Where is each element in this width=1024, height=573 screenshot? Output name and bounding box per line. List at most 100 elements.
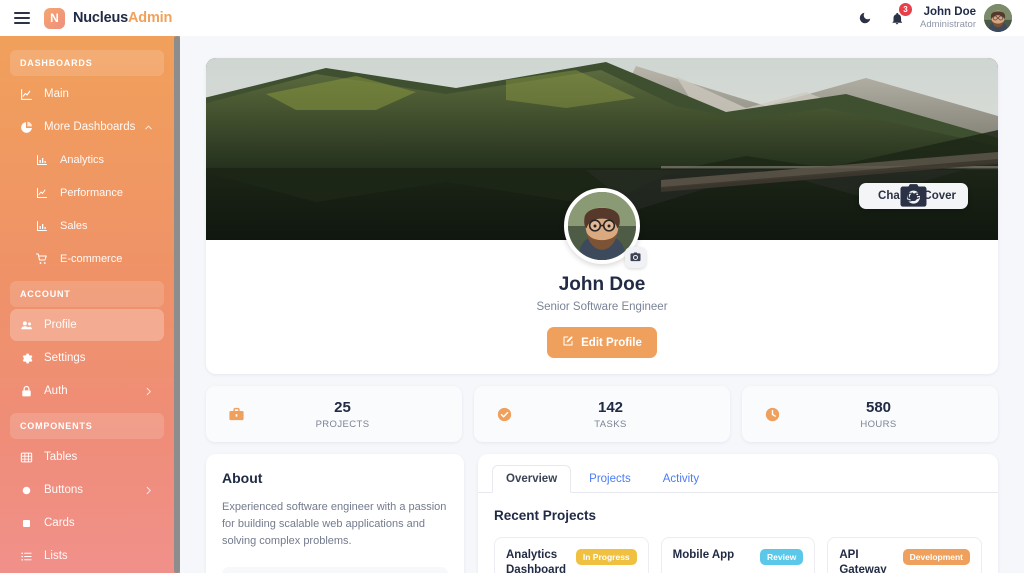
recent-projects-grid: Analytics DashboardIn ProgressReal-time … bbox=[494, 537, 983, 573]
change-cover-button[interactable]: Change Cover bbox=[859, 183, 968, 209]
cart-icon bbox=[36, 253, 56, 265]
bottom-row: About Experienced software engineer with… bbox=[206, 454, 998, 573]
sidebar-item-profile[interactable]: Profile bbox=[10, 309, 164, 341]
sidebar-scrollbar-thumb[interactable] bbox=[174, 36, 180, 573]
sidebar-item-tables[interactable]: Tables bbox=[10, 441, 164, 473]
avatar[interactable] bbox=[984, 4, 1012, 32]
tab-panel-overview: Recent Projects Analytics Dashboard In Pr… bbox=[478, 493, 998, 573]
sidebar-item-label: Tables bbox=[44, 451, 78, 463]
bell-icon[interactable]: 3 bbox=[888, 3, 913, 27]
project-card[interactable]: Analytics DashboardIn ProgressReal-time … bbox=[494, 537, 649, 573]
sidebar-item-analytics[interactable]: Analytics bbox=[10, 144, 164, 176]
sidebar-item-main[interactable]: Main bbox=[10, 78, 164, 110]
user-name: John Doe bbox=[923, 5, 976, 18]
lock-icon bbox=[20, 385, 40, 398]
sidebar-item-sales[interactable]: Sales bbox=[10, 210, 164, 242]
hamburger-icon[interactable] bbox=[14, 12, 30, 24]
check-circle-icon bbox=[496, 406, 513, 423]
profile-avatar-wrap bbox=[564, 188, 646, 268]
sidebar-item-label: Settings bbox=[44, 352, 86, 364]
chevron-right-icon[interactable] bbox=[143, 386, 154, 397]
stat-text: 142 TASKS bbox=[513, 399, 708, 430]
chevron-right-icon[interactable] bbox=[143, 485, 154, 496]
about-text: Experienced software engineer with a pas… bbox=[222, 501, 447, 548]
project-card[interactable]: Mobile AppReviewCross-platform mobile bbox=[660, 537, 816, 573]
tab-overview[interactable]: Overview bbox=[492, 465, 572, 493]
tab-projects[interactable]: Projects bbox=[575, 465, 645, 493]
sidebar-item-buttons[interactable]: Buttons bbox=[10, 474, 164, 506]
bar-chart-icon bbox=[36, 220, 56, 232]
project-name: Mobile App bbox=[672, 549, 735, 561]
main-content: Change Cover John Doe Senior Software En… bbox=[180, 36, 1024, 573]
sidebar-item-e-commerce[interactable]: E-commerce bbox=[10, 243, 164, 275]
user-menu[interactable]: John Doe Administrator bbox=[920, 4, 1012, 32]
user-role: Administrator bbox=[920, 19, 976, 31]
sidebar-item-performance[interactable]: Performance bbox=[10, 177, 164, 209]
pie-chart-icon bbox=[20, 121, 40, 134]
project-header: API Gateway Development bbox=[839, 548, 971, 573]
status-badge: Development bbox=[902, 549, 971, 565]
sidebar-scrollbar[interactable] bbox=[174, 36, 180, 573]
bar-chart-icon bbox=[36, 154, 56, 166]
tab-list: Overview Projects Activity bbox=[478, 454, 998, 493]
sidebar-section-header: DASHBOARDS bbox=[10, 50, 164, 76]
info-row-email[interactable]: Email bbox=[222, 567, 448, 573]
brand-logo-group[interactable]: N NucleusAdmin bbox=[44, 7, 173, 29]
list-icon bbox=[20, 550, 40, 563]
logo-mark: N bbox=[44, 7, 65, 29]
status-badge: In Progress bbox=[575, 549, 637, 565]
sidebar-item-more-dashboards[interactable]: More Dashboards bbox=[10, 111, 164, 143]
sidebar-item-label: More Dashboards bbox=[44, 121, 136, 133]
sidebar-section-header: ACCOUNT bbox=[10, 281, 164, 307]
profile-card: Change Cover John Doe Senior Software En… bbox=[206, 58, 998, 374]
change-avatar-button[interactable] bbox=[625, 247, 646, 268]
sidebar-item-label: Auth bbox=[44, 385, 68, 397]
about-card: About Experienced software engineer with… bbox=[206, 454, 464, 573]
brand-title-primary: Nucleus bbox=[73, 10, 129, 26]
sidebar-item-label: E-commerce bbox=[60, 253, 123, 265]
sidebar-item-cards[interactable]: Cards bbox=[10, 507, 164, 539]
status-badge: Review bbox=[760, 549, 804, 565]
sidebar-nav: DASHBOARDS Main More Dashboards Analytics Pe… bbox=[0, 36, 174, 572]
stat-value: 580 bbox=[865, 398, 892, 416]
clock-icon bbox=[764, 406, 781, 423]
stat-text: 25 PROJECTS bbox=[245, 399, 440, 430]
recent-projects-heading: Recent Projects bbox=[494, 508, 597, 523]
edit-profile-button[interactable]: Edit Profile bbox=[547, 327, 657, 358]
brand-title-secondary: Admin bbox=[128, 10, 173, 26]
chevron-up-icon[interactable] bbox=[143, 122, 154, 133]
edit-pencil-icon bbox=[562, 335, 574, 350]
users-icon bbox=[20, 319, 40, 332]
briefcase-icon bbox=[228, 406, 245, 423]
user-info: John Doe Administrator bbox=[920, 5, 976, 31]
sidebar-item-lists[interactable]: Lists bbox=[10, 540, 164, 572]
chart-line-icon bbox=[20, 88, 40, 101]
topbar-actions: 3 John Doe Administrator bbox=[856, 3, 1024, 32]
stat-text: 580 HOURS bbox=[781, 399, 976, 430]
sidebar-item-settings[interactable]: Settings bbox=[10, 342, 164, 374]
stat-value: 25 bbox=[334, 398, 351, 416]
project-name: API Gateway bbox=[839, 549, 887, 573]
project-card[interactable]: API GatewayDevelopmentMicroservices API … bbox=[827, 537, 983, 573]
chart-line-icon bbox=[36, 187, 56, 199]
stat-label: HOURS bbox=[860, 418, 897, 430]
circle-icon bbox=[20, 484, 40, 497]
project-header: Mobile App Review bbox=[673, 548, 804, 565]
stat-card-tasks: 142 TASKS bbox=[474, 386, 730, 442]
project-header: Analytics Dashboard In Progress bbox=[506, 548, 637, 573]
tab-activity[interactable]: Activity bbox=[649, 465, 713, 493]
top-navbar: N NucleusAdmin 3 John Doe Administrator bbox=[0, 0, 1024, 36]
profile-tabs-card: Overview Projects Activity Recent Projects… bbox=[478, 454, 998, 573]
sidebar-item-label: Sales bbox=[60, 220, 88, 232]
profile-body: John Doe Senior Software Engineer Edit P… bbox=[206, 188, 998, 374]
camera-icon bbox=[630, 249, 641, 267]
sidebar-item-label: Cards bbox=[44, 517, 75, 529]
gear-icon bbox=[20, 352, 40, 365]
sidebar-item-auth[interactable]: Auth bbox=[10, 375, 164, 407]
stat-label: PROJECTS bbox=[315, 418, 370, 430]
stat-card-hours: 580 HOURS bbox=[742, 386, 998, 442]
table-icon bbox=[20, 451, 40, 464]
sidebar: DASHBOARDS Main More Dashboards Analytics Pe… bbox=[0, 36, 180, 573]
moon-icon[interactable] bbox=[856, 9, 874, 27]
project-name: Analytics Dashboard bbox=[506, 549, 567, 573]
